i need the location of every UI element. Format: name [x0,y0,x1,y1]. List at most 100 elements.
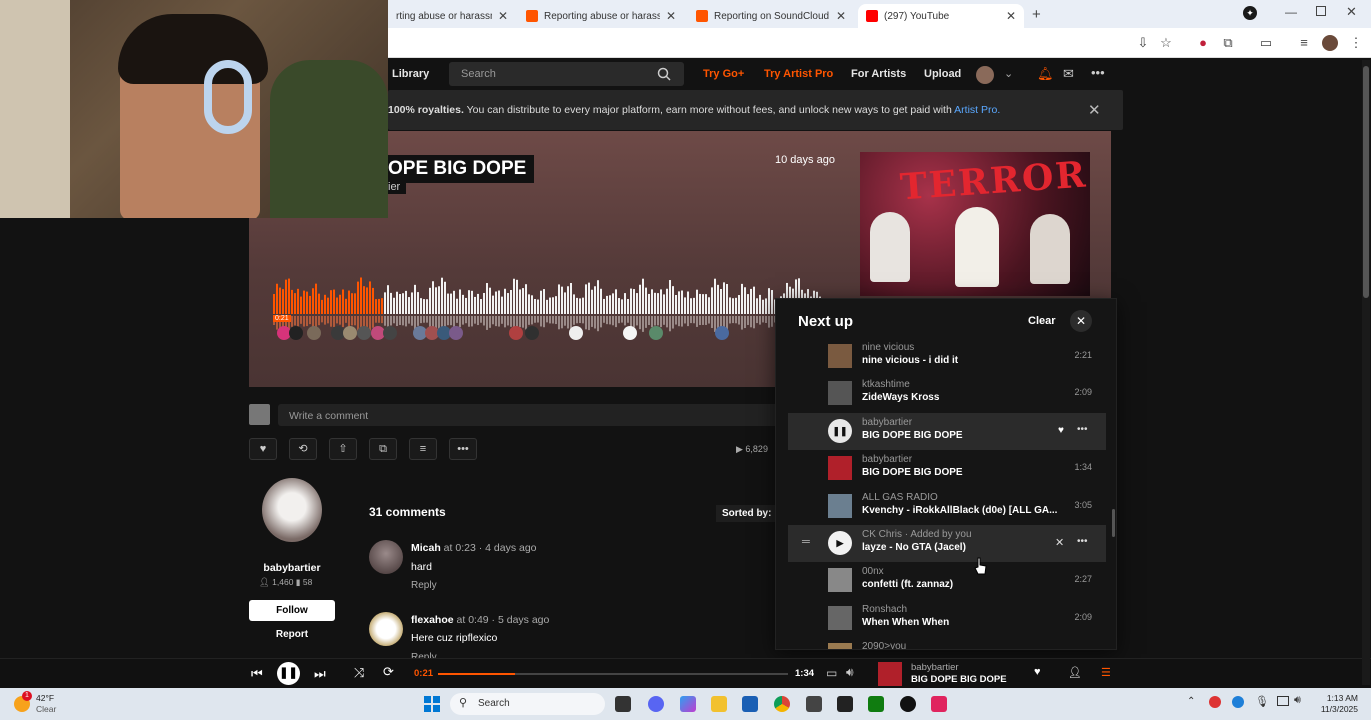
volume-icon[interactable]: 🔊︎ [846,665,854,680]
queue-item-artist[interactable]: babybartier [862,454,912,465]
queue-item[interactable]: 00nx confetti (ft. zannaz) 2:27 [788,562,1106,599]
close-icon[interactable]: ✕ [498,9,508,23]
volume-icon[interactable]: 🔊︎ [1294,694,1301,707]
discord-icon[interactable] [648,696,664,712]
queue-item-artwork[interactable] [828,643,852,649]
browser-tab[interactable]: Reporting on SoundCloud – So ✕ [688,4,854,28]
follow-button[interactable]: Follow [249,600,335,621]
now-playing-artwork[interactable] [878,662,902,686]
queue-item-artwork[interactable] [828,605,852,630]
reply-button[interactable]: Reply [411,580,437,591]
queue-item-title[interactable]: When When When [862,617,1062,628]
repost-button[interactable]: ⟲ [289,438,317,460]
browser-tab[interactable]: rting abuse or harassment ✕ [388,4,516,28]
now-playing-artist[interactable]: babybartier [911,662,959,673]
comment-user[interactable]: flexahoe [411,614,454,626]
queue-item-artwork[interactable] [828,344,852,368]
epic-games-icon[interactable] [837,696,853,712]
taskbar-search[interactable]: ⚲ Search [450,693,605,715]
more-icon[interactable]: ••• [1091,65,1105,80]
menu-icon[interactable]: ⋮ [1348,35,1364,51]
follow-user-icon[interactable]: 👤︎ [1068,666,1082,679]
close-banner-icon[interactable]: ✕ [1088,101,1101,119]
cast-icon[interactable]: ▭ [826,666,837,680]
queue-item[interactable]: Ronshach When When When 2:09 [788,600,1106,637]
display-icon[interactable] [1277,696,1289,706]
tray-icon[interactable] [1232,696,1244,708]
obs-icon[interactable] [900,696,916,712]
queue-item-artist[interactable]: 2090>you [862,641,906,649]
puzzle-icon[interactable]: ⧉ [1220,35,1236,51]
more-icon[interactable]: ••• [1077,424,1088,435]
nav-library[interactable]: Library [392,68,429,80]
copy-link-button[interactable]: ⧉ [369,438,397,460]
queue-item-artwork[interactable] [828,456,852,481]
bookmark-star-icon[interactable]: ☆ [1158,35,1174,51]
queue-item[interactable]: ❚❚ babybartier BIG DOPE BIG DOPE ♥ ••• [788,412,1106,450]
avatar[interactable] [976,66,994,84]
nav-try-go[interactable]: Try Go+ [703,68,744,80]
copilot-icon[interactable] [680,696,696,712]
queue-item[interactable]: babybartier BIG DOPE BIG DOPE 1:34 [788,450,1106,487]
comment-time[interactable]: 0:23 [455,542,475,554]
nav-upload[interactable]: Upload [924,68,961,80]
page-scrollbar[interactable] [1362,60,1370,685]
queue-item[interactable]: ═ ▶ CK Chris · Added by you layze - No GTA … [788,525,1106,562]
minimize-icon[interactable]: — [1285,5,1297,19]
queue-item[interactable]: 2090>you [788,637,1106,649]
close-icon[interactable]: ✕ [1070,310,1092,332]
close-icon[interactable]: ✕ [1006,9,1016,23]
chevron-down-icon[interactable]: ⌄ [1004,67,1013,80]
comment-time[interactable]: 0:49 [468,614,488,626]
queue-item-artist[interactable]: CK Chris · Added by you [862,529,972,540]
share-button[interactable]: ⇧ [329,438,357,460]
app-icon[interactable] [806,696,822,712]
close-icon[interactable]: ✕ [666,9,676,23]
avatar[interactable] [369,540,403,574]
queue-item-artist[interactable]: ALL GAS RADIO [862,492,938,503]
queue-item-title[interactable]: BIG DOPE BIG DOPE [862,430,1062,441]
restore-icon[interactable] [1316,6,1326,16]
sidepanel-icon[interactable]: ▭ [1258,35,1274,51]
search-input[interactable]: Search [449,62,684,86]
microphone-icon[interactable]: 🎙︎ [1255,695,1269,708]
queue-item-artist[interactable]: babybartier [862,417,912,428]
queue-item[interactable]: ktkashtime ZideWays Kross 2:09 [788,375,1106,412]
task-view-icon[interactable] [615,696,631,712]
queue-item[interactable]: nine vicious nine vicious - i did it 2:21 [788,338,1106,375]
extension-icon[interactable]: ● [1195,35,1211,51]
install-icon[interactable]: ⇩ [1135,35,1151,51]
clock-time[interactable]: 1:13 AM [1313,693,1358,703]
queue-item-title[interactable]: BIG DOPE BIG DOPE [862,467,1062,478]
queue-item-artist[interactable]: ktkashtime [862,379,910,390]
xbox-icon[interactable] [868,696,884,712]
queue-item-artist[interactable]: nine vicious [862,342,914,353]
like-button[interactable]: ♥ [249,438,277,460]
shuffle-icon[interactable]: ⤨ [354,665,364,681]
browser-tab[interactable]: Reporting abuse or harassment ✕ [518,4,684,28]
heart-icon[interactable]: ♥ [1034,666,1041,678]
queue-item-artwork[interactable] [828,493,852,518]
uploader-name[interactable]: babybartier [249,562,335,574]
queue-item-artist[interactable]: 00nx [862,566,884,577]
queue-item-artwork[interactable]: ❚❚ [828,418,852,443]
queue-item-artwork[interactable] [828,568,852,593]
artist-pro-link[interactable]: Artist Pro. [954,104,1000,116]
tray-icon[interactable] [1209,696,1221,708]
more-icon[interactable]: ••• [1077,536,1088,547]
avatar[interactable] [262,478,322,542]
mail-icon[interactable]: ✉ [1063,66,1074,82]
windows-start-icon[interactable] [424,696,440,712]
queue-item-title[interactable]: ZideWays Kross [862,392,1062,403]
new-tab-button[interactable]: + [1032,6,1041,23]
track-artist[interactable]: ier [388,180,407,194]
add-to-playlist-button[interactable]: ≡ [409,438,437,460]
queue-scrollbar[interactable] [1112,509,1115,537]
queue-item-title[interactable]: Kvenchy - iRokkAllBlack (d0e) [ALL GA... [862,505,1062,516]
clear-button[interactable]: Clear [1028,315,1056,327]
repeat-icon[interactable]: ⟳ [383,664,394,680]
scrollbar-thumb[interactable] [1363,66,1369,298]
avatar[interactable] [1322,35,1338,51]
pause-button[interactable]: ❚❚ [277,662,300,685]
comment-user[interactable]: Micah [411,542,441,554]
